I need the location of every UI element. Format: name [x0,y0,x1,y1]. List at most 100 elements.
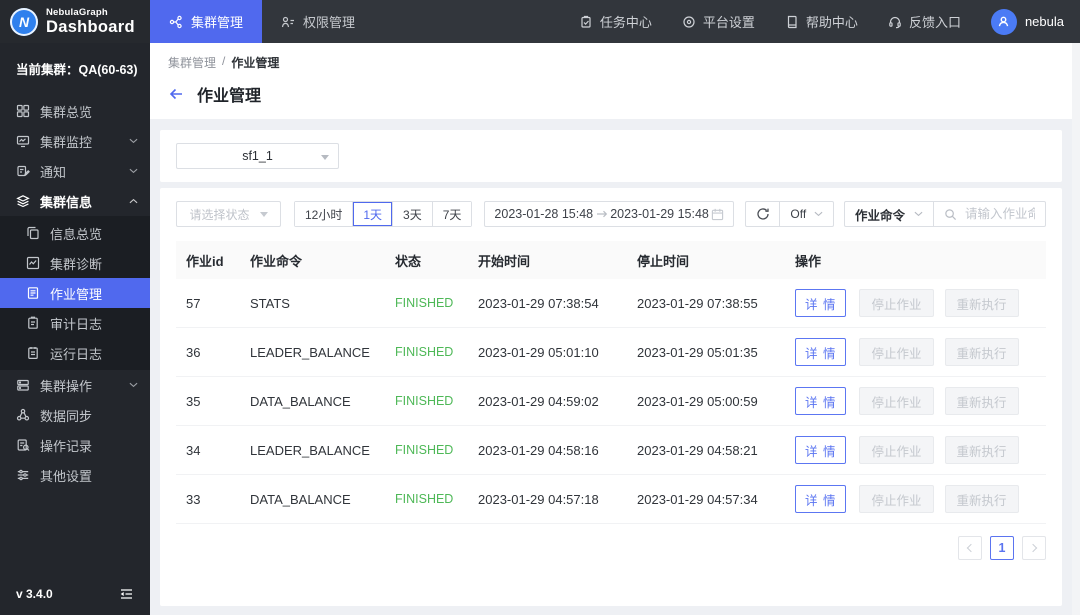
stop-job-button[interactable]: 停止作业 [859,485,934,513]
user-avatar[interactable] [990,8,1017,35]
page-header: 集群管理 / 作业管理 作业管理 [150,43,1080,119]
main-area: 集群管理 / 作业管理 作业管理 sf1_1 请选择状态 12小时 1天 3天 … [150,43,1080,615]
sidebar-item-label: 信息总览 [50,226,103,242]
rerun-button[interactable]: 重新执行 [944,289,1019,317]
brand-name: NebulaGraph [46,6,108,18]
sidebar-item-cluster-overview[interactable]: 集群总览 [0,96,150,126]
status-placeholder: 请选择状态 [189,207,250,222]
tab-label: 权限管理 [303,15,356,30]
start-time-cell: 2023-01-29 04:58:16 [478,442,599,458]
stop-time-cell: 2023-01-29 07:38:55 [637,295,758,311]
job-command-search-input[interactable] [965,207,1035,221]
filter-toolbar: 请选择状态 12小时 1天 3天 7天 2023-01-28 15:48 202… [160,188,1062,241]
data-sync-icon [16,408,30,422]
page-content: sf1_1 请选择状态 12小时 1天 3天 7天 2023-01-28 15:… [150,119,1080,606]
nav-label: 帮助中心 [805,15,858,30]
stop-time-cell: 2023-01-29 04:58:21 [637,442,758,458]
refresh-interval-select[interactable]: Off [779,202,833,226]
breadcrumb: 集群管理 / 作业管理 [168,54,1062,71]
rerun-button[interactable]: 重新执行 [944,387,1019,415]
stop-job-button[interactable]: 停止作业 [859,289,934,317]
arrow-right-icon [596,209,608,219]
detail-button[interactable]: 详 情 [795,387,847,415]
refresh-interval-value: Off [790,207,807,221]
tab-cluster-management[interactable]: 集群管理 [150,0,263,43]
sidebar-item-label: 操作记录 [40,438,93,454]
table-row: 33 DATA_BALANCE FINISHED 2023-01-29 04:5… [176,475,1046,524]
sidebar-item-cluster-operation[interactable]: 集群操作 [0,370,150,400]
status-select[interactable]: 请选择状态 [176,201,281,227]
stop-job-button[interactable]: 停止作业 [859,436,934,464]
sidebar-item-cluster-monitor[interactable]: 集群监控 [0,126,150,156]
nav-task-center[interactable]: 任务中心 [579,12,652,31]
status-badge: FINISHED [395,394,454,408]
detail-button[interactable]: 详 情 [795,338,847,366]
refresh-button[interactable] [746,202,779,226]
tab-permission-management[interactable]: 权限管理 [262,0,374,43]
nav-help-center[interactable]: 帮助中心 [785,12,858,31]
stop-job-button[interactable]: 停止作业 [859,387,934,415]
breadcrumb-separator: / [222,54,226,68]
rerun-button[interactable]: 重新执行 [944,485,1019,513]
sidebar-item-label: 作业管理 [50,286,103,302]
table-row: 57 STATS FINISHED 2023-01-29 07:38:54 20… [176,279,1046,328]
column-operations: 操作 [795,253,822,269]
sidebar-item-info-overview[interactable]: 信息总览 [0,218,150,248]
auto-refresh-group: Off [745,201,835,227]
job-command-cell: DATA_BALANCE [250,491,351,507]
job-command-search-group: 作业命令 [843,201,1046,227]
job-command-cell: LEADER_BALANCE [250,344,370,360]
chevron-down-icon [814,211,823,217]
sidebar-item-operation-record[interactable]: 操作记录 [0,430,150,460]
status-badge: FINISHED [395,443,454,457]
sidebar-item-cluster-info[interactable]: 集群信息 [0,186,150,216]
sidebar-item-notification[interactable]: 通知 [0,156,150,186]
top-bar: N NebulaGraph Dashboard 集群管理 权限管理 任务中心 平… [0,0,1080,43]
sidebar-item-audit-log[interactable]: 审计日志 [0,308,150,338]
sidebar-item-job-management[interactable]: 作业管理 [0,278,150,308]
range-1d-button[interactable]: 1天 [352,202,393,226]
layers-icon [16,194,30,208]
range-3d-button[interactable]: 3天 [392,202,432,226]
range-12h-button[interactable]: 12小时 [295,202,353,226]
nav-platform-settings[interactable]: 平台设置 [682,12,755,31]
nav-feedback[interactable]: 反馈入口 [888,12,961,31]
breadcrumb-cluster-management[interactable]: 集群管理 [168,54,216,71]
rerun-button[interactable]: 重新执行 [944,436,1019,464]
range-7d-button[interactable]: 7天 [431,202,472,226]
pagination-page-1[interactable]: 1 [990,536,1014,560]
detail-button[interactable]: 详 情 [795,289,847,317]
job-command-select[interactable]: 作业命令 [843,201,934,227]
detail-button[interactable]: 详 情 [795,436,847,464]
vertical-scrollbar[interactable] [1072,43,1080,615]
sidebar-item-cluster-diagnosis[interactable]: 集群诊断 [0,248,150,278]
graph-space-select[interactable]: sf1_1 [176,143,339,169]
sidebar-item-runtime-log[interactable]: 运行日志 [0,338,150,368]
username[interactable]: nebula [1025,14,1064,29]
detail-button[interactable]: 详 情 [795,485,847,513]
page-title: 作业管理 [197,88,262,105]
top-right-nav: 任务中心 平台设置 帮助中心 反馈入口 nebula [549,0,1080,43]
pagination-prev-button[interactable] [958,536,982,560]
status-badge: FINISHED [395,296,454,310]
stop-job-button[interactable]: 停止作业 [859,338,934,366]
sliders-icon [16,468,30,482]
start-time-cell: 2023-01-29 04:57:18 [478,491,599,507]
job-command-select-value: 作业命令 [854,208,905,223]
job-id-cell: 36 [186,344,201,360]
collapse-sidebar-icon[interactable] [119,587,134,601]
back-arrow-icon[interactable] [168,87,184,101]
sidebar-item-label: 集群信息 [40,194,93,210]
pagination-next-button[interactable] [1022,536,1046,560]
sidebar-item-other-settings[interactable]: 其他设置 [0,460,150,490]
sidebar-item-label: 通知 [40,164,67,180]
sidebar-item-label: 集群总览 [40,104,93,120]
rerun-button[interactable]: 重新执行 [944,338,1019,366]
space-select-card: sf1_1 [160,130,1062,182]
job-command-cell: LEADER_BALANCE [250,442,370,458]
date-range-picker[interactable]: 2023-01-28 15:48 2023-01-29 15:48 [484,201,735,227]
chevron-down-icon [914,211,923,217]
help-center-icon [785,15,799,29]
sidebar-item-data-sync[interactable]: 数据同步 [0,400,150,430]
nebula-logo-icon: N [10,7,38,36]
